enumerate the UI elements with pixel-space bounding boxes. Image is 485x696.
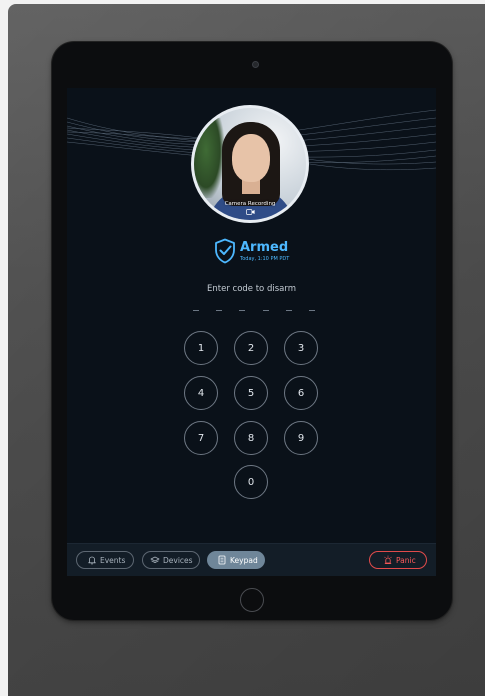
keypad-key-4[interactable]: 4 bbox=[184, 376, 218, 410]
keypad-key-2[interactable]: 2 bbox=[234, 331, 268, 365]
background-plant bbox=[194, 118, 224, 198]
keypad-key-3[interactable]: 3 bbox=[284, 331, 318, 365]
code-slot bbox=[216, 310, 223, 311]
bell-icon bbox=[88, 556, 96, 565]
security-status: Armed Today, 1:10 PM PDT bbox=[214, 238, 304, 266]
shield-check-icon bbox=[215, 238, 235, 264]
keypad-key-8[interactable]: 8 bbox=[234, 421, 268, 455]
keypad-tab-button[interactable]: Keypad bbox=[207, 551, 265, 569]
keypad-prompt: Enter code to disarm bbox=[207, 284, 296, 294]
panic-label: Panic bbox=[396, 555, 416, 565]
status-timestamp: Today, 1:10 PM PDT bbox=[240, 256, 290, 262]
video-camera-icon bbox=[246, 209, 255, 215]
home-button[interactable] bbox=[240, 588, 264, 612]
keypad-key-9[interactable]: 9 bbox=[284, 421, 318, 455]
keypad-key-6[interactable]: 6 bbox=[284, 376, 318, 410]
code-slot bbox=[262, 310, 269, 311]
code-slot bbox=[239, 310, 246, 311]
camera-snapshot[interactable]: Camera Recording bbox=[194, 108, 306, 220]
layers-icon bbox=[150, 556, 160, 563]
status-label: Armed bbox=[240, 240, 289, 255]
code-slot bbox=[193, 310, 199, 311]
devices-button[interactable]: Devices bbox=[142, 551, 200, 569]
keypad-key-1[interactable]: 1 bbox=[184, 331, 218, 365]
app-screen: Camera Recording Armed Today, 1:10 PM PD… bbox=[67, 88, 436, 576]
events-label: Events bbox=[100, 555, 126, 565]
keypad-icon bbox=[218, 555, 226, 565]
bottom-nav: Events Devices Keypad Panic bbox=[67, 543, 436, 576]
keypad-key-5[interactable]: 5 bbox=[234, 376, 268, 410]
keypad-key-7[interactable]: 7 bbox=[184, 421, 218, 455]
siren-icon bbox=[384, 555, 392, 564]
code-slot bbox=[285, 310, 292, 311]
front-camera bbox=[252, 61, 259, 68]
person-face bbox=[232, 134, 270, 182]
panic-button[interactable]: Panic bbox=[369, 551, 427, 569]
devices-label: Devices bbox=[163, 555, 193, 565]
keypad-tab-label: Keypad bbox=[230, 555, 258, 565]
camera-recording-label: Camera Recording bbox=[224, 201, 276, 207]
code-entry-indicator bbox=[193, 307, 315, 313]
events-button[interactable]: Events bbox=[76, 551, 134, 569]
keypad-key-0[interactable]: 0 bbox=[234, 465, 268, 499]
code-slot bbox=[308, 310, 315, 311]
